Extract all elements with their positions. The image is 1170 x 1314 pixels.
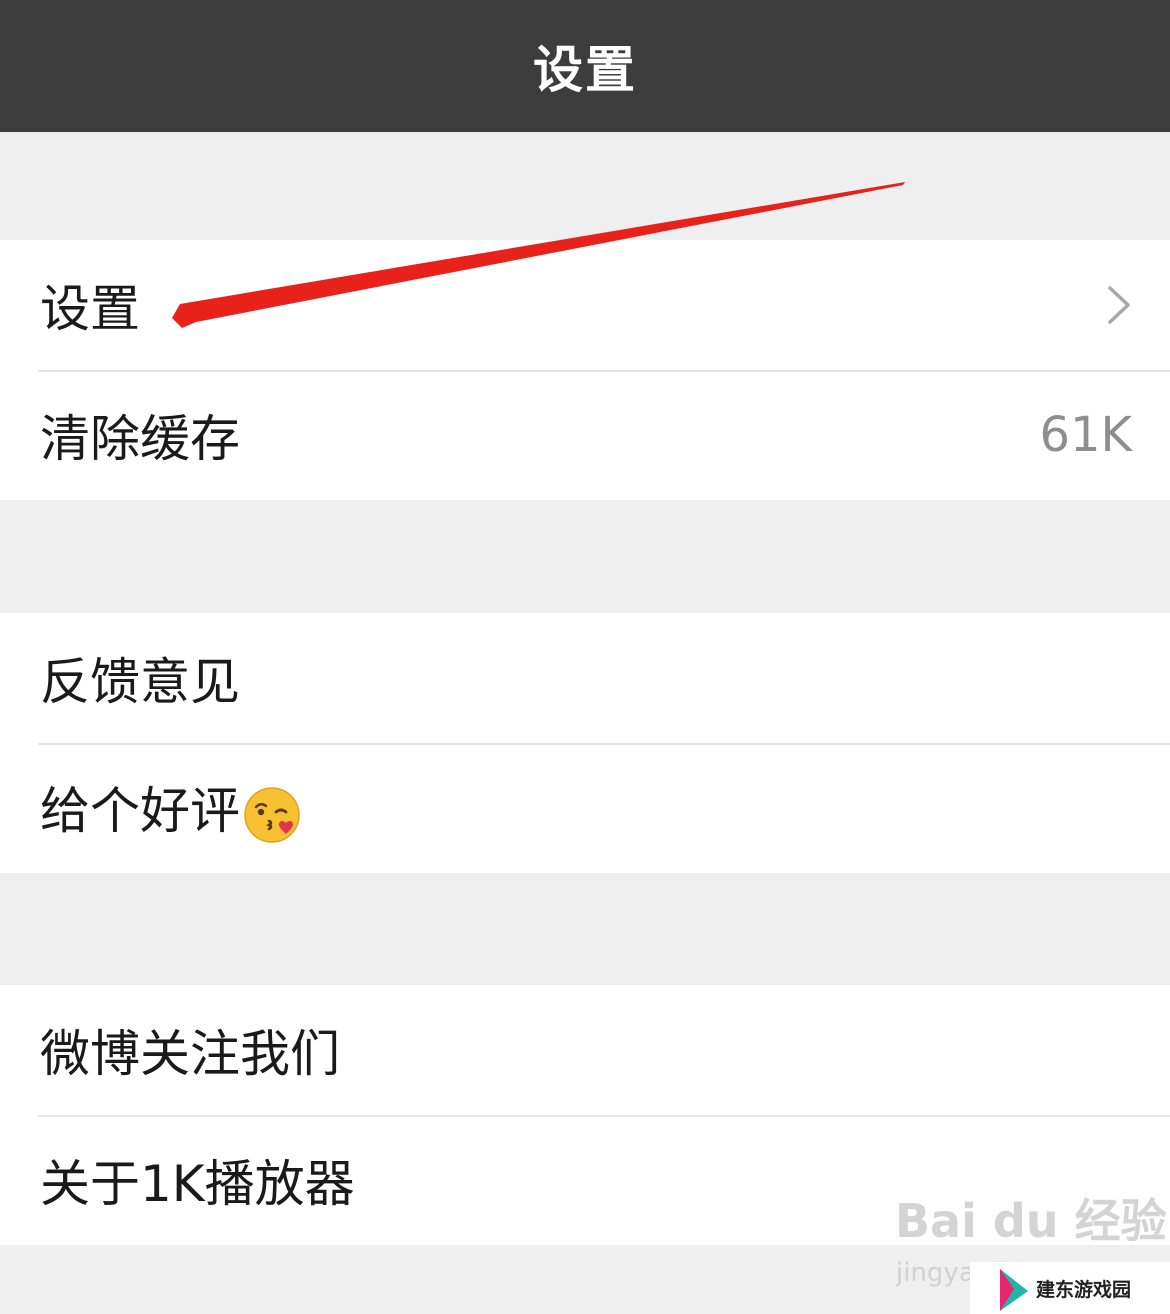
navigation-bar: 设置 [0,0,1170,132]
settings-row[interactable]: 设置 [0,240,1170,370]
baidu-watermark: Bai du 经验 [895,1194,1167,1248]
feedback-label: 反馈意见 [40,653,240,711]
weibo-follow-label: 微博关注我们 [40,1025,340,1083]
watermark-url: jingya [896,1258,975,1288]
clear-cache-label: 清除缓存 [40,410,240,468]
rate-app-row[interactable]: 给个好评 [0,743,1170,873]
page-title: 设置 [533,41,637,99]
badge-text: 建东游戏园 [1036,1278,1132,1301]
clear-cache-row[interactable]: 清除缓存 61K [0,370,1170,500]
weibo-follow-row[interactable]: 微博关注我们 [0,985,1170,1115]
play-logo-icon [1000,1269,1028,1311]
rate-app-label-wrap: 给个好评 [40,771,1132,845]
settings-group-1: 设置 清除缓存 61K [0,240,1170,500]
cache-size-value: 61K [1039,407,1132,463]
settings-group-2: 反馈意见 给个好评 [0,613,1170,873]
kissing-face-icon [244,787,300,843]
feedback-row[interactable]: 反馈意见 [0,613,1170,743]
row-divider [38,1115,1170,1117]
settings-row-label: 设置 [40,280,140,338]
chevron-right-icon [1108,286,1130,324]
site-badge: 建东游戏园 [970,1262,1170,1314]
rate-app-label: 给个好评 [40,782,240,841]
row-divider [38,370,1170,372]
row-divider [38,743,1170,745]
